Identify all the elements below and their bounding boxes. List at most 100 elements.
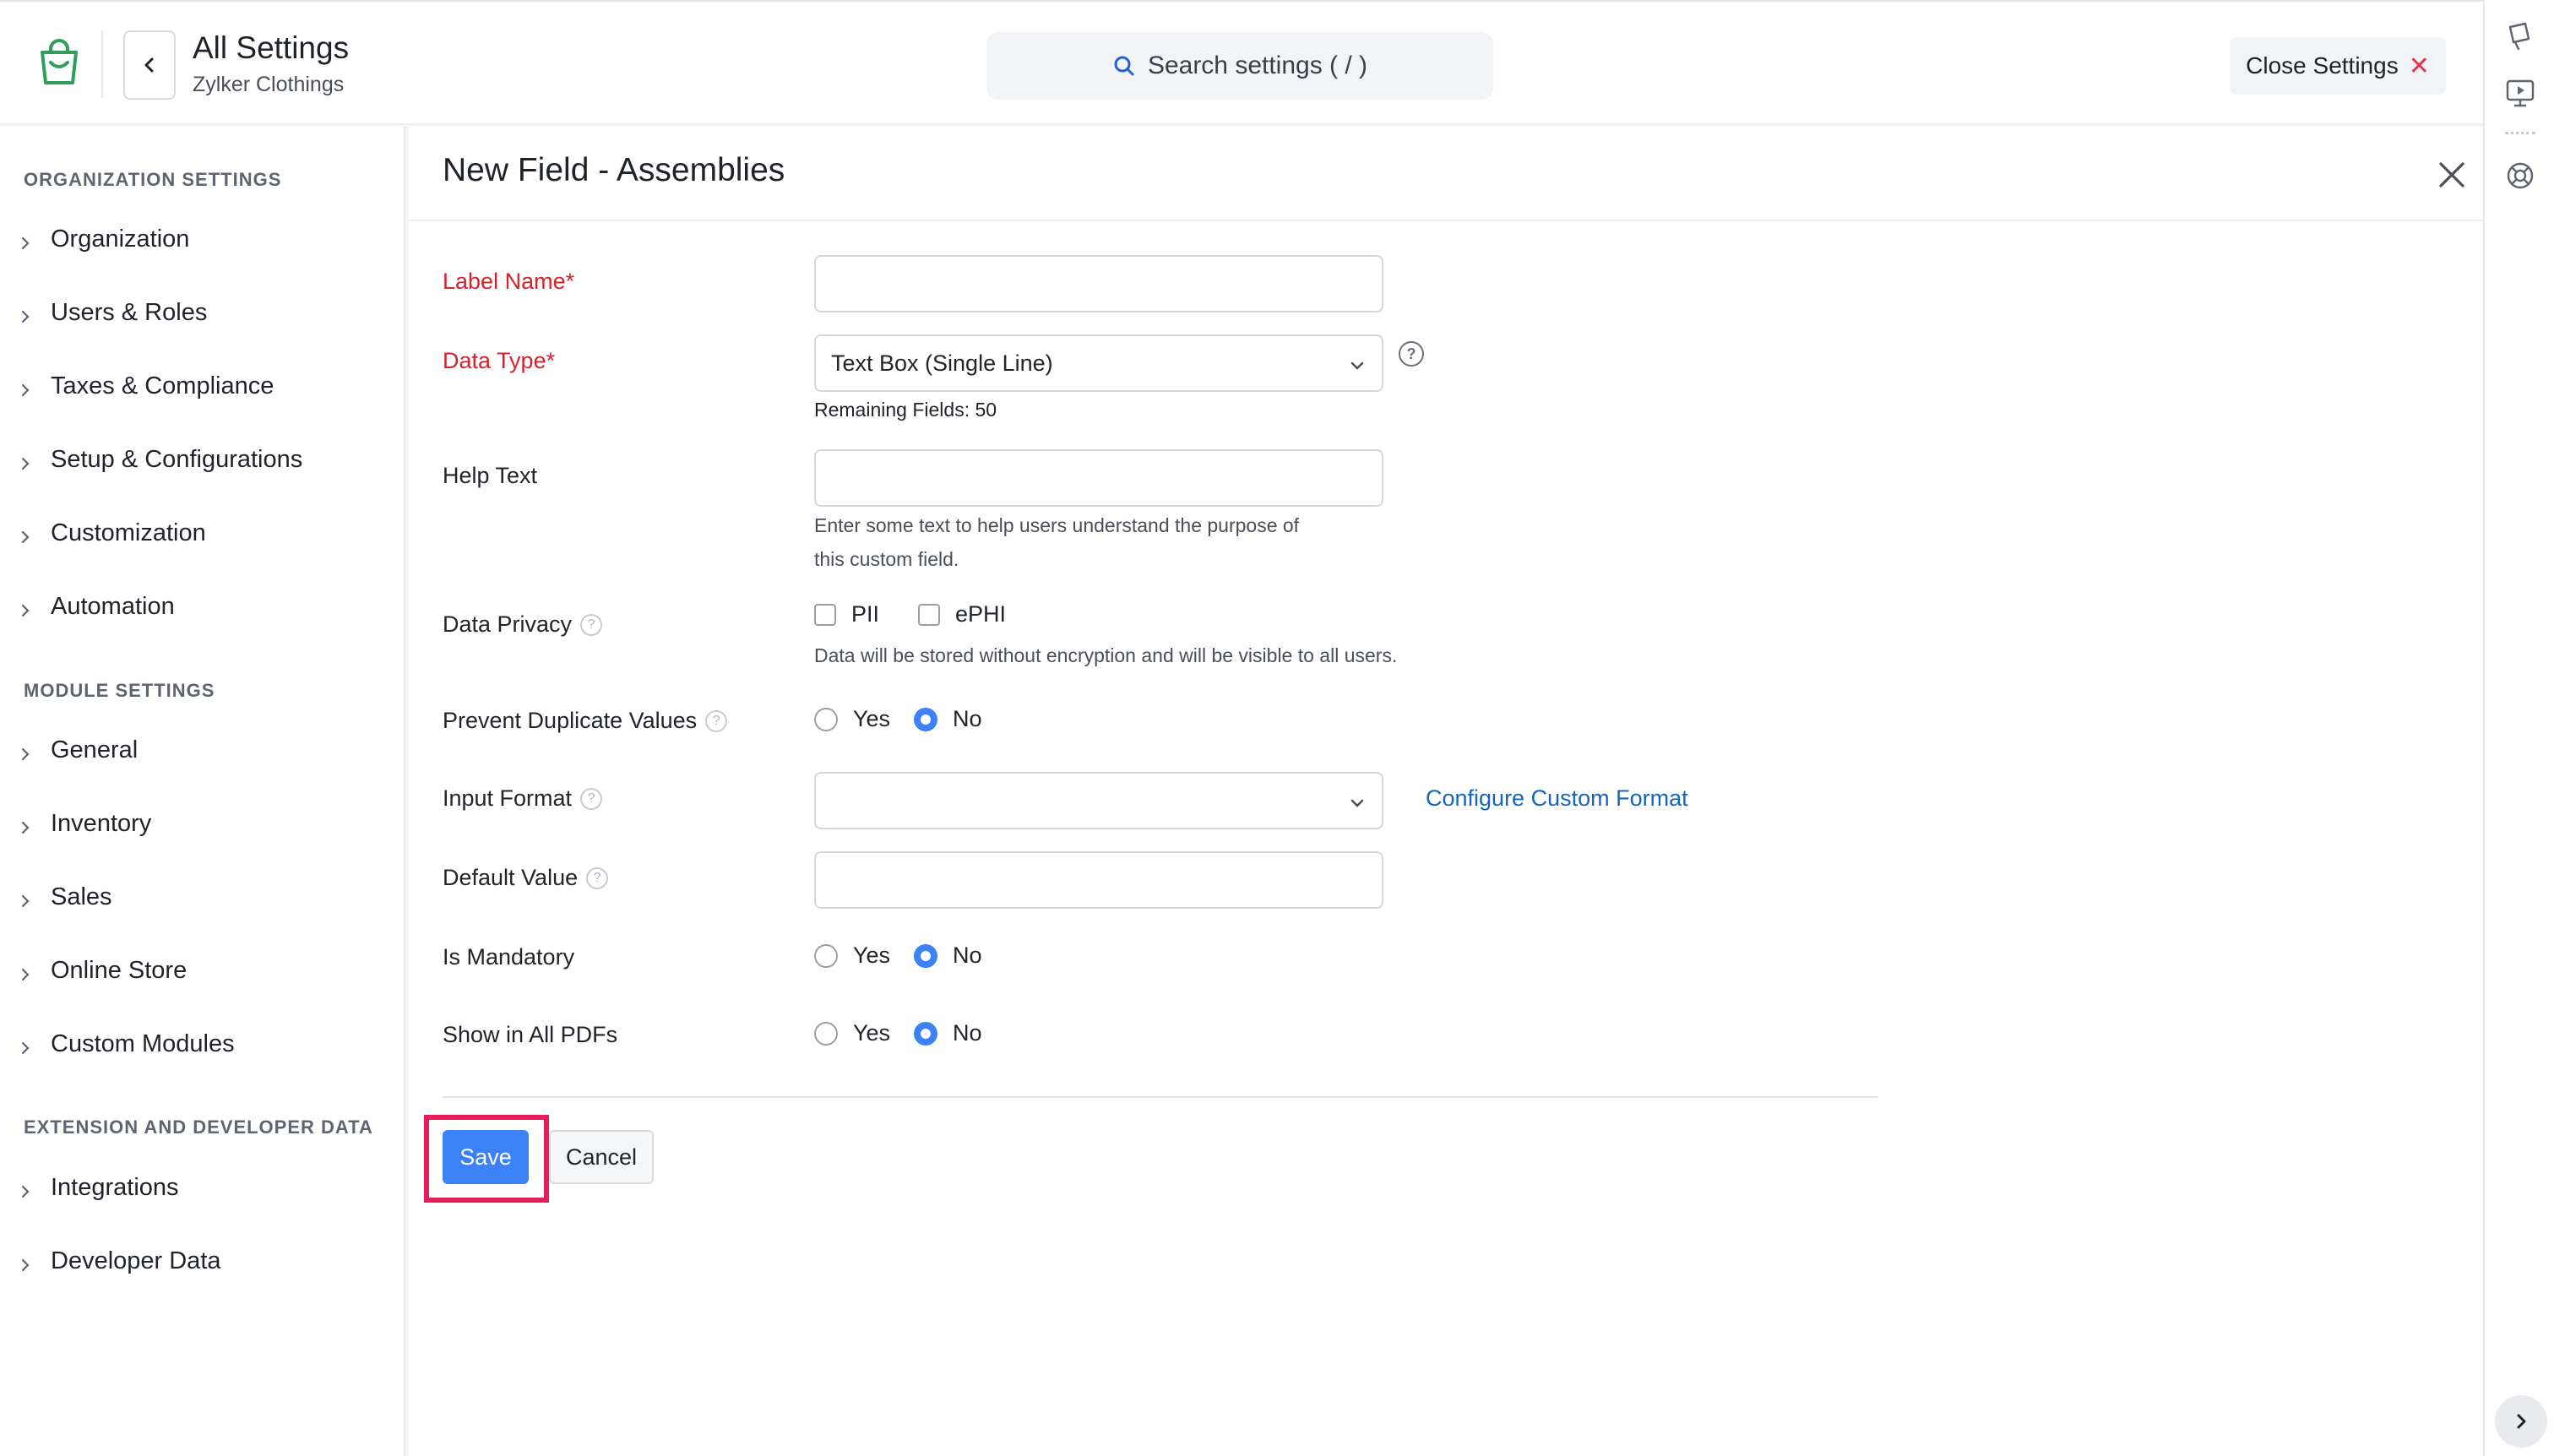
sidebar-item-custom-modules[interactable]: Custom Modules (17, 1023, 389, 1065)
ephi-checkbox[interactable] (918, 603, 941, 626)
chevron-right-icon (17, 742, 34, 761)
chevron-down-icon (1348, 792, 1367, 811)
organization-name: Zylker Clothings (193, 73, 345, 96)
prevent-duplicates-label-text: Prevent Duplicate Values (443, 708, 698, 733)
show-in-pdfs-yes-radio[interactable] (814, 1021, 838, 1046)
sidebar-item-label: Sales (51, 883, 112, 910)
chevron-right-icon (17, 1035, 34, 1055)
data-privacy-label-text: Data Privacy (443, 611, 573, 637)
chevron-down-icon (1348, 355, 1367, 373)
sidebar-item-customization[interactable]: Customization (17, 512, 389, 554)
data-type-select[interactable]: Text Box (Single Line) (814, 334, 1383, 392)
sidebar-item-integrations[interactable]: Integrations (17, 1166, 389, 1209)
label-name-label: Label Name* (443, 269, 575, 294)
data-privacy-help-icon[interactable]: ? (580, 613, 603, 636)
sidebar-item-label: Online Store (51, 956, 187, 984)
prevent-duplicates-options: Yes No (814, 706, 982, 732)
right-rail (2483, 0, 2554, 1456)
prevent-duplicates-help-icon[interactable]: ? (705, 709, 728, 732)
sidebar-item-inventory[interactable]: Inventory (17, 802, 389, 845)
chevron-right-icon (17, 231, 34, 250)
settings-sidebar: ORGANIZATION SETTINGS Organization Users… (0, 127, 405, 1456)
section-heading-extension: EXTENSION AND DEVELOPER DATA (24, 1116, 373, 1138)
announcement-icon[interactable] (2503, 19, 2537, 52)
search-icon (1114, 56, 1134, 76)
close-settings-button[interactable]: Close Settings ✕ (2230, 37, 2446, 95)
help-text-input[interactable] (814, 449, 1383, 507)
is-mandatory-label: Is Mandatory (443, 944, 575, 970)
section-heading-module: MODULE SETTINGS (24, 680, 215, 701)
is-mandatory-options: Yes No (814, 943, 982, 969)
search-placeholder: Search settings ( / ) (1147, 52, 1368, 79)
sidebar-item-organization[interactable]: Organization (17, 218, 389, 260)
default-value-input[interactable] (814, 851, 1383, 909)
expand-rail-button[interactable] (2495, 1395, 2547, 1448)
cancel-button[interactable]: Cancel (549, 1130, 654, 1184)
no-label: No (953, 943, 982, 968)
prevent-duplicates-label: Prevent Duplicate Values ? (443, 708, 728, 734)
sidebar-item-setup-configurations[interactable]: Setup & Configurations (17, 438, 389, 481)
default-value-label: Default Value ? (443, 865, 609, 891)
rail-divider (2505, 132, 2535, 134)
is-mandatory-no-radio[interactable] (914, 943, 938, 968)
default-value-label-text: Default Value (443, 865, 579, 890)
save-button[interactable]: Save (443, 1130, 529, 1184)
help-text-hint-line2: this custom field. (814, 548, 959, 570)
input-format-select[interactable] (814, 772, 1383, 829)
chevron-right-icon (2517, 1414, 2526, 1429)
app-logo-icon (34, 39, 84, 90)
sidebar-item-label: Custom Modules (51, 1030, 235, 1057)
chevron-right-icon (17, 304, 34, 323)
pii-checkbox[interactable] (814, 603, 836, 626)
page-title: All Settings (193, 30, 350, 65)
sidebar-item-users-roles[interactable]: Users & Roles (17, 291, 389, 334)
top-header: All Settings Zylker Clothings Search set… (0, 0, 2483, 125)
is-mandatory-yes-radio[interactable] (814, 943, 838, 968)
configure-custom-format-link[interactable]: Configure Custom Format (1426, 785, 1688, 812)
sidebar-item-online-store[interactable]: Online Store (17, 949, 389, 991)
prevent-duplicates-yes-radio[interactable] (814, 707, 838, 731)
back-button[interactable] (123, 30, 176, 100)
sidebar-item-general[interactable]: General (17, 729, 389, 771)
chevron-right-icon (17, 598, 34, 617)
show-in-pdfs-no-radio[interactable] (914, 1021, 938, 1046)
remaining-fields-count: Remaining Fields: 50 (814, 399, 997, 421)
data-privacy-note: Data will be stored without encryption a… (814, 644, 1398, 666)
sidebar-item-label: Customization (51, 519, 206, 546)
yes-label: Yes (853, 1020, 891, 1046)
form-divider (443, 1096, 1878, 1098)
prevent-duplicates-no-radio[interactable] (914, 707, 938, 731)
close-settings-label: Close Settings (2246, 52, 2399, 79)
sidebar-item-sales[interactable]: Sales (17, 876, 389, 918)
panel-title: New Field - Assemblies (443, 152, 785, 188)
section-heading-organization: ORGANIZATION SETTINGS (24, 169, 282, 190)
chevron-right-icon (17, 888, 34, 908)
input-format-help-icon[interactable]: ? (580, 787, 603, 810)
new-field-panel: New Field - Assemblies Label Name* Data … (409, 127, 2483, 1456)
close-panel-button[interactable] (2436, 159, 2468, 191)
sidebar-item-automation[interactable]: Automation (17, 585, 389, 627)
chevron-right-icon (17, 962, 34, 981)
close-icon (2439, 162, 2464, 187)
yes-label: Yes (853, 706, 891, 731)
data-type-value: Text Box (Single Line) (831, 350, 1053, 376)
data-privacy-label: Data Privacy ? (443, 611, 603, 638)
pii-label: PII (851, 601, 880, 627)
chevron-right-icon (17, 524, 34, 544)
search-settings-input[interactable]: Search settings ( / ) (986, 32, 1493, 100)
close-icon: ✕ (2408, 52, 2430, 80)
chevron-right-icon (17, 451, 34, 470)
default-value-help-icon[interactable]: ? (586, 867, 609, 889)
sidebar-item-label: General (51, 736, 139, 763)
input-format-label: Input Format ? (443, 785, 603, 812)
label-name-input[interactable] (814, 255, 1383, 312)
help-text-hint-line1: Enter some text to help users understand… (814, 514, 1300, 536)
sidebar-item-developer-data[interactable]: Developer Data (17, 1240, 389, 1282)
sidebar-item-label: Integrations (51, 1173, 179, 1201)
show-in-pdfs-label: Show in All PDFs (443, 1022, 618, 1047)
data-type-help-icon[interactable]: ? (1399, 341, 1424, 367)
sidebar-item-label: Inventory (51, 809, 152, 837)
video-tutorial-icon[interactable] (2503, 76, 2537, 110)
help-support-icon[interactable] (2503, 159, 2537, 193)
sidebar-item-taxes-compliance[interactable]: Taxes & Compliance (17, 365, 389, 407)
